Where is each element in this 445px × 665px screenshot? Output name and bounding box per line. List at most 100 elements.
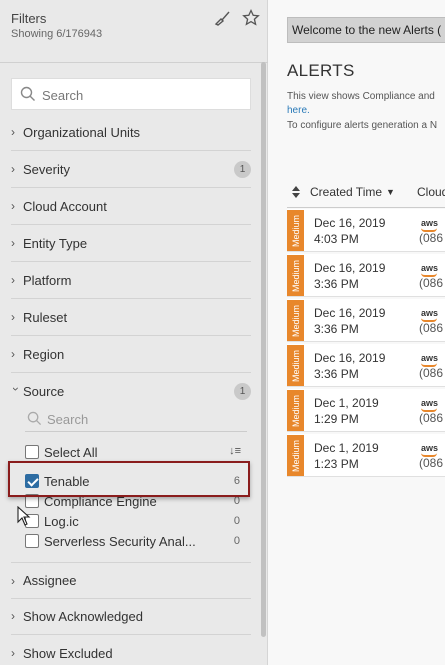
option-label: Log.ic bbox=[44, 513, 79, 529]
table-row[interactable]: Medium Dec 16, 2019 4:03 PM aws (086 bbox=[287, 209, 445, 252]
column-header-created-time[interactable]: Created Time ▼ bbox=[310, 180, 395, 204]
description-line-2: To configure alerts generation a N bbox=[287, 120, 438, 131]
severity-badge: Medium bbox=[287, 390, 304, 431]
aws-logo-icon: aws bbox=[421, 353, 439, 363]
clear-filters-brush-icon[interactable] bbox=[213, 8, 233, 28]
severity-label: Medium bbox=[290, 259, 301, 292]
description-link[interactable]: here. bbox=[287, 105, 310, 116]
search-icon bbox=[20, 86, 36, 105]
table-row[interactable]: Medium Dec 1, 2019 1:29 PM aws (086 bbox=[287, 389, 445, 432]
severity-label: Medium bbox=[290, 349, 301, 382]
favorite-star-icon[interactable] bbox=[241, 8, 261, 28]
sort-desc-icon: ▼ bbox=[386, 187, 395, 197]
facet-show-acknowledged[interactable]: › Show Acknowledged bbox=[11, 598, 251, 635]
chevron-right-icon: › bbox=[11, 125, 15, 139]
facet-label: Entity Type bbox=[23, 235, 88, 251]
source-option-logic[interactable]: Log.ic 0 bbox=[25, 512, 245, 530]
facet-source[interactable]: › Source 1 bbox=[9, 373, 251, 410]
chevron-right-icon: › bbox=[11, 310, 15, 324]
facet-label: Severity bbox=[23, 161, 70, 177]
facet-organizational-units[interactable]: › Organizational Units bbox=[11, 114, 251, 151]
chevron-right-icon: › bbox=[11, 347, 15, 361]
filters-sidebar: Filters Showing 6/176943 › Organizationa… bbox=[0, 0, 268, 665]
facet-cloud-account[interactable]: › Cloud Account bbox=[11, 188, 251, 225]
created-time-cell: Dec 16, 2019 3:36 PM bbox=[314, 261, 386, 291]
search-icon bbox=[27, 411, 42, 429]
source-option-serverless[interactable]: Serverless Security Anal... 0 bbox=[25, 532, 245, 550]
serverless-checkbox[interactable] bbox=[25, 534, 39, 548]
page-title: ALERTS bbox=[287, 61, 355, 80]
option-count: 0 bbox=[233, 535, 240, 547]
sort-toggle-icon[interactable] bbox=[291, 180, 301, 204]
select-all-checkbox[interactable] bbox=[25, 445, 39, 459]
table-row[interactable]: Medium Dec 16, 2019 3:36 PM aws (086 bbox=[287, 344, 445, 387]
filter-search-input[interactable] bbox=[42, 85, 242, 105]
source-search-input[interactable] bbox=[47, 410, 237, 428]
showing-count: Showing 6/176943 bbox=[11, 28, 103, 40]
option-label: Select All bbox=[44, 444, 98, 460]
severity-badge: Medium bbox=[287, 345, 304, 386]
facet-label: Source bbox=[23, 384, 65, 399]
option-label: Tenable bbox=[44, 473, 90, 489]
source-option-compliance-engine[interactable]: Compliance Engine 0 bbox=[25, 492, 245, 510]
aws-logo-icon: aws bbox=[421, 263, 439, 273]
aws-logo-icon: aws bbox=[421, 308, 439, 318]
sort-icon[interactable]: ↓≡ bbox=[229, 445, 241, 457]
table-row[interactable]: Medium Dec 1, 2019 1:23 PM aws (086 bbox=[287, 434, 445, 477]
cloud-account-cell: (086 bbox=[419, 456, 444, 470]
option-count: 0 bbox=[233, 495, 240, 507]
scrollbar-thumb[interactable] bbox=[261, 62, 266, 637]
severity-label: Medium bbox=[290, 439, 301, 472]
cloud-account-cell: (086 bbox=[419, 276, 444, 290]
alerts-main-panel: Welcome to the new Alerts ( ALERTS This … bbox=[269, 0, 445, 665]
column-label: Cloud bbox=[417, 185, 445, 199]
chevron-right-icon: › bbox=[11, 162, 15, 176]
option-label: Serverless Security Anal... bbox=[44, 533, 196, 549]
column-header-cloud[interactable]: Cloud bbox=[417, 180, 445, 204]
severity-label: Medium bbox=[290, 394, 301, 427]
facet-label: Ruleset bbox=[23, 309, 68, 325]
sidebar-scrollbar[interactable] bbox=[260, 62, 267, 662]
source-option-tenable[interactable]: Tenable 6 bbox=[25, 472, 245, 490]
facet-label: Cloud Account bbox=[23, 198, 107, 214]
facet-label: Show Excluded bbox=[23, 645, 113, 661]
source-search-box[interactable] bbox=[25, 406, 247, 432]
option-count: 0 bbox=[233, 515, 240, 527]
facet-label: Assignee bbox=[23, 573, 77, 588]
facet-platform[interactable]: › Platform bbox=[11, 262, 251, 299]
chevron-right-icon: › bbox=[11, 236, 15, 250]
aws-logo-icon: aws bbox=[421, 443, 439, 453]
table-header-divider bbox=[287, 207, 445, 208]
cloud-account-cell: (086 bbox=[419, 321, 444, 335]
facet-region[interactable]: › Region bbox=[11, 336, 251, 373]
aws-logo-icon: aws bbox=[421, 218, 439, 228]
severity-badge: Medium bbox=[287, 210, 304, 251]
facet-label: Platform bbox=[23, 272, 72, 288]
facet-severity[interactable]: › Severity 1 bbox=[11, 151, 251, 188]
facet-label: Region bbox=[23, 346, 65, 362]
filter-search-box[interactable] bbox=[11, 78, 251, 110]
severity-label: Medium bbox=[290, 304, 301, 337]
severity-label: Medium bbox=[290, 214, 301, 247]
table-row[interactable]: Medium Dec 16, 2019 3:36 PM aws (086 bbox=[287, 299, 445, 342]
severity-badge: Medium bbox=[287, 435, 304, 476]
cloud-account-cell: (086 bbox=[419, 366, 444, 380]
chevron-right-icon: › bbox=[11, 609, 15, 623]
chevron-right-icon: › bbox=[11, 199, 15, 213]
facet-label: Show Acknowledged bbox=[23, 608, 143, 624]
aws-logo-icon: aws bbox=[421, 398, 439, 408]
facet-assignee[interactable]: › Assignee bbox=[11, 562, 251, 599]
facet-show-excluded[interactable]: › Show Excluded bbox=[11, 635, 251, 665]
facet-ruleset[interactable]: › Ruleset bbox=[11, 299, 251, 336]
created-time-cell: Dec 16, 2019 3:36 PM bbox=[314, 351, 386, 381]
option-count: 6 bbox=[233, 475, 240, 487]
table-row[interactable]: Medium Dec 16, 2019 3:36 PM aws (086 bbox=[287, 254, 445, 297]
chevron-down-icon: › bbox=[9, 386, 23, 391]
select-all-option[interactable]: Select All ↓≡ bbox=[25, 443, 245, 461]
column-label: Created Time bbox=[310, 185, 383, 199]
mouse-cursor-icon bbox=[17, 505, 31, 529]
chevron-right-icon: › bbox=[11, 273, 15, 287]
created-time-cell: Dec 1, 2019 1:29 PM bbox=[314, 396, 379, 426]
facet-entity-type[interactable]: › Entity Type bbox=[11, 225, 251, 262]
tenable-checkbox[interactable] bbox=[25, 474, 39, 488]
